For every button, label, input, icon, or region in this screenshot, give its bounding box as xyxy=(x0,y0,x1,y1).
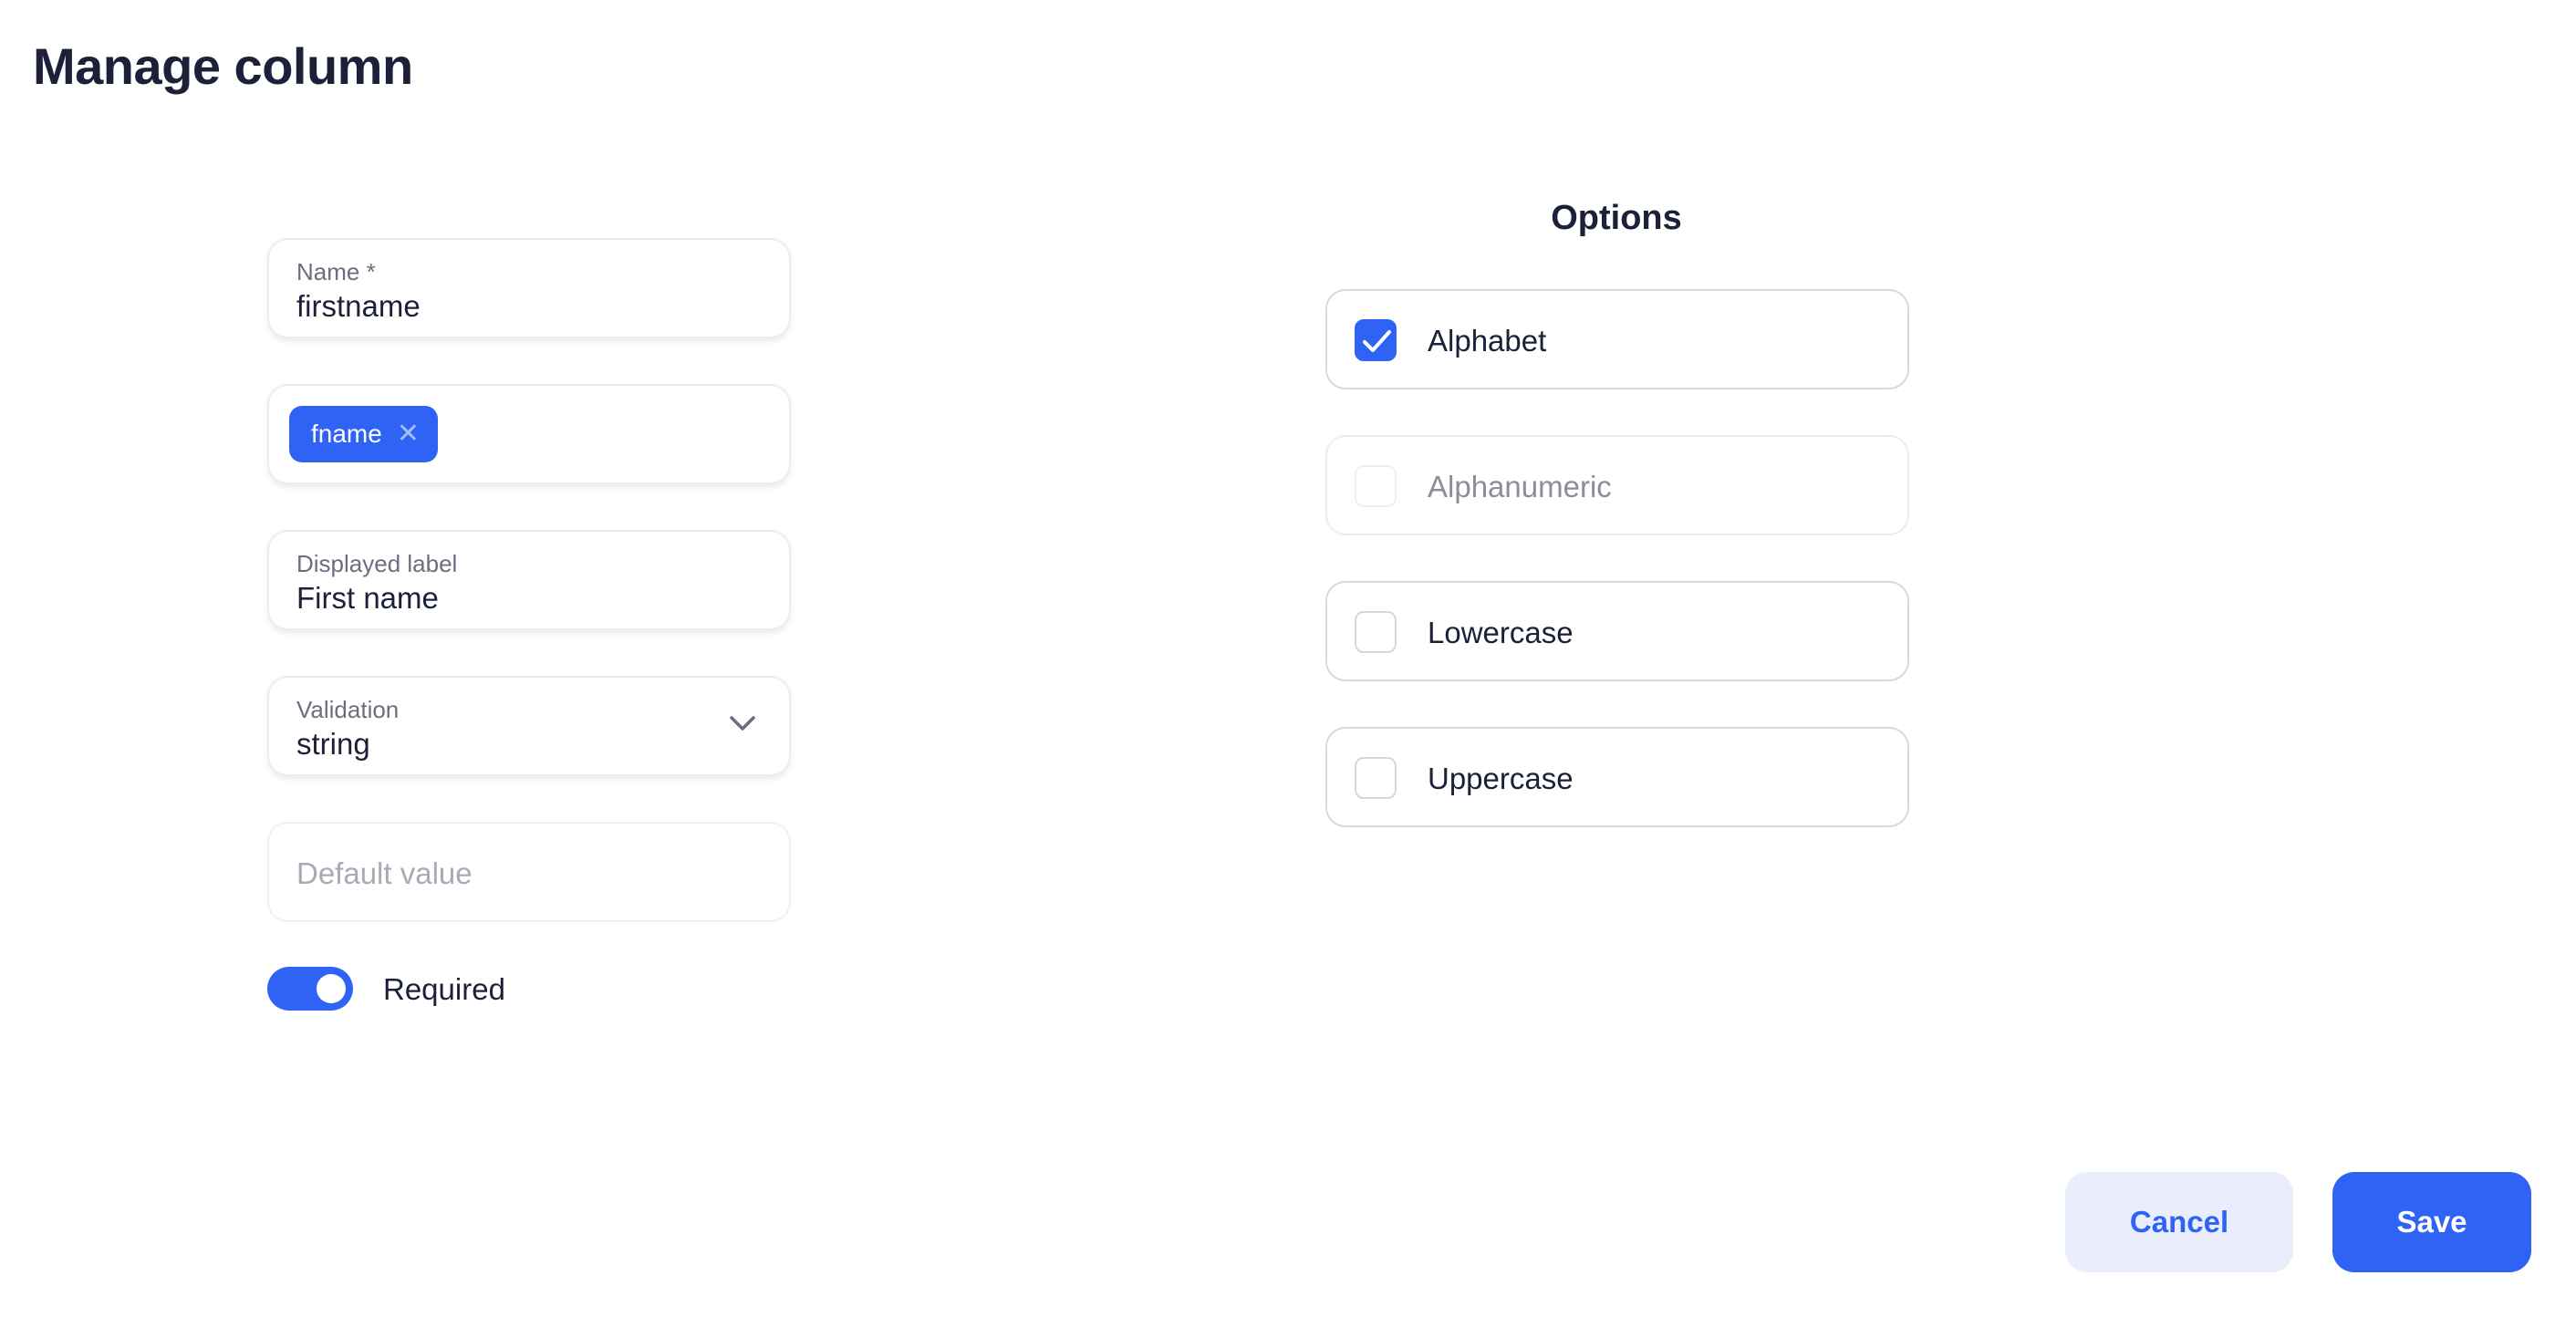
validation-select-value: string xyxy=(296,727,370,761)
checkbox-unchecked[interactable] xyxy=(1355,611,1397,653)
default-value-placeholder: Default value xyxy=(296,856,473,890)
close-icon[interactable]: ✕ xyxy=(397,420,420,448)
page-title: Manage column xyxy=(33,37,413,95)
save-button[interactable]: Save xyxy=(2332,1172,2531,1272)
option-label: Alphanumeric xyxy=(1428,470,1612,503)
displayed-label-field-value[interactable]: First name xyxy=(296,581,439,616)
option-uppercase[interactable]: Uppercase xyxy=(1325,727,1909,827)
option-label: Lowercase xyxy=(1428,616,1574,649)
option-label: Alphabet xyxy=(1428,324,1547,358)
checkbox-disabled xyxy=(1355,465,1397,507)
checkbox-unchecked[interactable] xyxy=(1355,757,1397,799)
name-field-value[interactable]: firstname xyxy=(296,289,421,324)
validation-select[interactable]: Validation string xyxy=(267,676,791,776)
option-lowercase[interactable]: Lowercase xyxy=(1325,581,1909,681)
option-label: Uppercase xyxy=(1428,762,1574,795)
displayed-label-field-label: Displayed label xyxy=(296,550,458,577)
option-alphanumeric: Alphanumeric xyxy=(1325,435,1909,535)
name-field-label: Name * xyxy=(296,258,376,285)
checkbox-checked[interactable] xyxy=(1355,319,1397,361)
aliases-field[interactable]: fname ✕ xyxy=(267,384,791,484)
required-label: Required xyxy=(383,972,505,1006)
alias-chip-label: fname xyxy=(311,420,382,448)
default-value-field[interactable]: Default value xyxy=(267,822,791,922)
chevron-down-icon[interactable] xyxy=(729,714,756,732)
name-field[interactable]: Name * firstname xyxy=(267,238,791,338)
cancel-button[interactable]: Cancel xyxy=(2065,1172,2293,1272)
option-alphabet[interactable]: Alphabet xyxy=(1325,289,1909,389)
toggle-knob xyxy=(317,974,346,1003)
check-icon xyxy=(1363,330,1391,352)
alias-chip: fname ✕ xyxy=(289,406,438,462)
options-title: Options xyxy=(1551,199,1682,237)
required-toggle[interactable] xyxy=(267,967,353,1011)
validation-select-label: Validation xyxy=(296,696,400,723)
displayed-label-field[interactable]: Displayed label First name xyxy=(267,530,791,630)
